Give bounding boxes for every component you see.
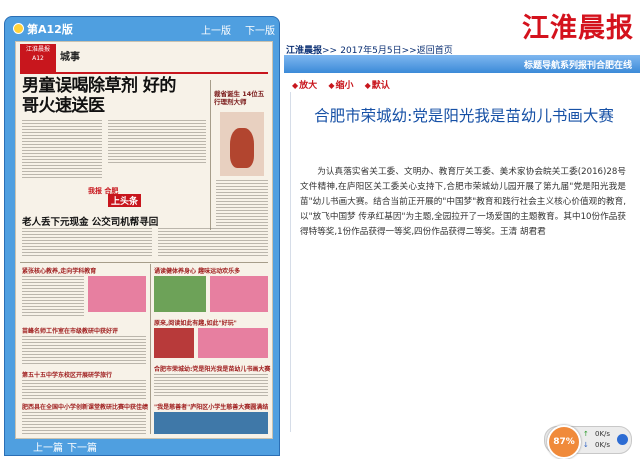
nav-bar: 标题导航系列报刊合肥在线 [284, 55, 640, 73]
text-column [22, 412, 146, 434]
text-column [22, 120, 102, 180]
section-title: 城事 [60, 52, 80, 63]
photo-kids [210, 276, 268, 312]
text-column [216, 180, 268, 228]
brand-logo[interactable]: 江淮晨报 [522, 6, 634, 45]
memory-gauge[interactable]: 87% [547, 425, 581, 459]
small-headline[interactable]: 合肥市荣城幼:党是阳光我是苗幼儿书画大赛 [154, 364, 270, 373]
article-nav: 上一篇 下一篇 [5, 435, 279, 455]
row-divider [20, 262, 268, 263]
vase-photo [220, 112, 264, 176]
column-divider [150, 264, 151, 434]
photo-sports [154, 276, 206, 312]
download-arrow-icon: ↓ [583, 441, 589, 449]
headline-1[interactable]: 男童误喝除草剂 好的哥火速送医 [22, 76, 192, 116]
newspaper-page-image[interactable]: 江淮晨报 A12 城事 男童误喝除草剂 好的哥火速送医 裁省诞生 14位五行理剂… [15, 41, 273, 439]
photo-dancers [88, 276, 146, 312]
shrink-button[interactable]: ◆缩小 [328, 81, 353, 91]
photo-reading [154, 328, 194, 358]
font-size-tools: ◆放大 ◆缩小 ◆默认 [292, 78, 398, 91]
article-panel [290, 92, 637, 432]
masthead: 江淮晨报 A12 [20, 44, 56, 72]
download-speed: 0K/s [595, 441, 611, 449]
text-column [22, 380, 146, 400]
small-headline[interactable]: 肥西县在全国中小学创新课堂教研比赛中获佳绩 [22, 402, 148, 411]
side-headline[interactable]: 裁省诞生 14位五行理剂大师 [214, 90, 268, 106]
photo-event [154, 412, 268, 434]
small-headline[interactable]: 紧张核心教养,走向学科教育 [22, 266, 96, 275]
photo-class [198, 328, 268, 358]
newspaper-frame: 第A12版 上一版 下一版 江淮晨报 A12 城事 男童误喝除草剂 好的哥火速送… [4, 16, 280, 456]
hot-badge: 上头条 [108, 194, 142, 207]
text-column [108, 120, 206, 164]
reset-icon: ◆ [364, 81, 371, 90]
next-article-link[interactable]: 下一篇 [67, 439, 97, 454]
nav-bar-text[interactable]: 标题导航系列报刊合肥在线 [524, 58, 632, 71]
plus-icon: ◆ [292, 81, 299, 90]
small-headline[interactable]: 原来,阅读如此有趣,如此"好玩" [154, 318, 237, 327]
accelerate-icon[interactable] [617, 434, 628, 445]
vase-shape [230, 128, 254, 168]
prev-article-link[interactable]: 上一篇 [33, 439, 63, 454]
column-divider [210, 80, 211, 230]
text-column [22, 276, 84, 316]
text-column [154, 374, 268, 398]
minus-icon: ◆ [328, 81, 335, 90]
red-rule [20, 72, 268, 74]
small-headline[interactable]: 诵读健体养身心 趣味运动欢乐多 [154, 266, 240, 275]
article-body: 为认真落实省关工委、文明办、教育厅关工委、美术家协会皖关工委(2016)28号文… [300, 167, 626, 237]
text-column [22, 228, 152, 258]
enlarge-button[interactable]: ◆放大 [292, 81, 317, 91]
edition-label[interactable]: 第A12版 [27, 21, 73, 37]
network-speed-widget[interactable]: 87% ↑ 0K/s ↓ 0K/s [544, 425, 632, 459]
prev-page-link[interactable]: 上一版 [201, 22, 231, 37]
small-headline[interactable]: 苗峰名师工作室在市级教研中获好评 [22, 326, 118, 335]
text-column [158, 228, 268, 258]
upload-arrow-icon: ↑ [583, 430, 589, 438]
text-column [22, 336, 146, 366]
article-title: 合肥市荣城幼:党是阳光我是苗幼儿书画大赛 [314, 107, 614, 125]
page-nav: 第A12版 上一版 下一版 [5, 17, 279, 39]
upload-speed: 0K/s [595, 430, 611, 438]
next-page-link[interactable]: 下一版 [245, 22, 275, 37]
small-headline[interactable]: 第五十五中学东校区开展研学旅行 [22, 370, 112, 379]
edition-icon [13, 23, 24, 34]
default-size-button[interactable]: ◆默认 [365, 81, 390, 91]
headline-2[interactable]: 老人丢下元现金 公交司机帮寻回 [22, 214, 158, 228]
